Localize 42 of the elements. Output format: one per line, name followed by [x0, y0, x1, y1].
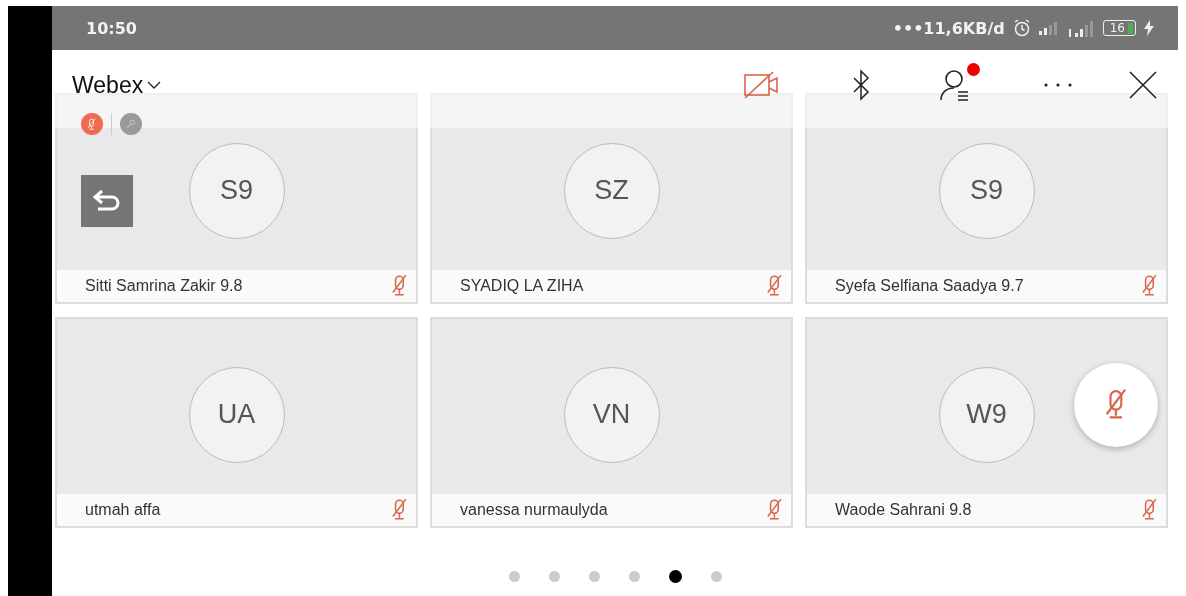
key-icon [120, 113, 142, 135]
muted-mic-icon [391, 498, 408, 522]
chevron-down-icon [147, 81, 162, 89]
participant-tile[interactable]: UA utmah affa [55, 317, 418, 528]
participant-avatar: W9 [938, 366, 1035, 463]
muted-mic-icon [1141, 498, 1158, 522]
participant-name: utmah affa [85, 501, 161, 519]
participant-name: vanessa nurmaulyda [460, 501, 608, 519]
video-off-button[interactable] [744, 71, 780, 99]
page-dot[interactable] [508, 571, 520, 582]
more-options-button[interactable] [1042, 82, 1074, 88]
participant-tile[interactable]: VN vanessa nurmaulyda [430, 317, 793, 528]
muted-mic-icon [391, 274, 408, 298]
muted-mic [87, 117, 97, 131]
page-dot[interactable] [588, 571, 600, 582]
participant-name: Waode Sahrani 9.8 [835, 501, 972, 519]
page-dot[interactable] [668, 570, 682, 583]
close-button[interactable] [1128, 70, 1158, 100]
page-dot[interactable] [548, 571, 560, 582]
signal-icon [1068, 19, 1095, 37]
alarm-icon [1012, 19, 1031, 37]
back-button[interactable] [81, 175, 133, 227]
muted-mic-icon [766, 498, 783, 522]
muted-mic-icon [1141, 274, 1158, 298]
mute-status-icon[interactable] [81, 113, 103, 135]
battery-indicator: 16 [1102, 20, 1136, 36]
participant-name: Syefa Selfiana Saadya 9.7 [835, 277, 1024, 295]
participant-name: Sitti Samrina Zakir 9.8 [85, 277, 243, 295]
back-arrow-icon [92, 188, 122, 214]
muted-mic-icon [766, 274, 783, 298]
page-dot[interactable] [710, 571, 722, 582]
page-dot[interactable] [628, 571, 640, 582]
bluetooth-button[interactable] [852, 69, 870, 101]
participant-tile[interactable]: W9 Waode Sahrani 9.8 [805, 317, 1168, 528]
participant-avatar: SZ [563, 142, 660, 239]
network-speed: •••11,6KB/d [892, 18, 1005, 38]
clock-time: 10:50 [86, 18, 137, 38]
participant-avatar: UA [188, 366, 285, 463]
participant-avatar: S9 [938, 142, 1035, 239]
participant-name: SYADIQ LA ZIHA [460, 277, 584, 295]
participant-avatar: VN [563, 366, 660, 463]
participant-avatar: S9 [188, 142, 285, 239]
